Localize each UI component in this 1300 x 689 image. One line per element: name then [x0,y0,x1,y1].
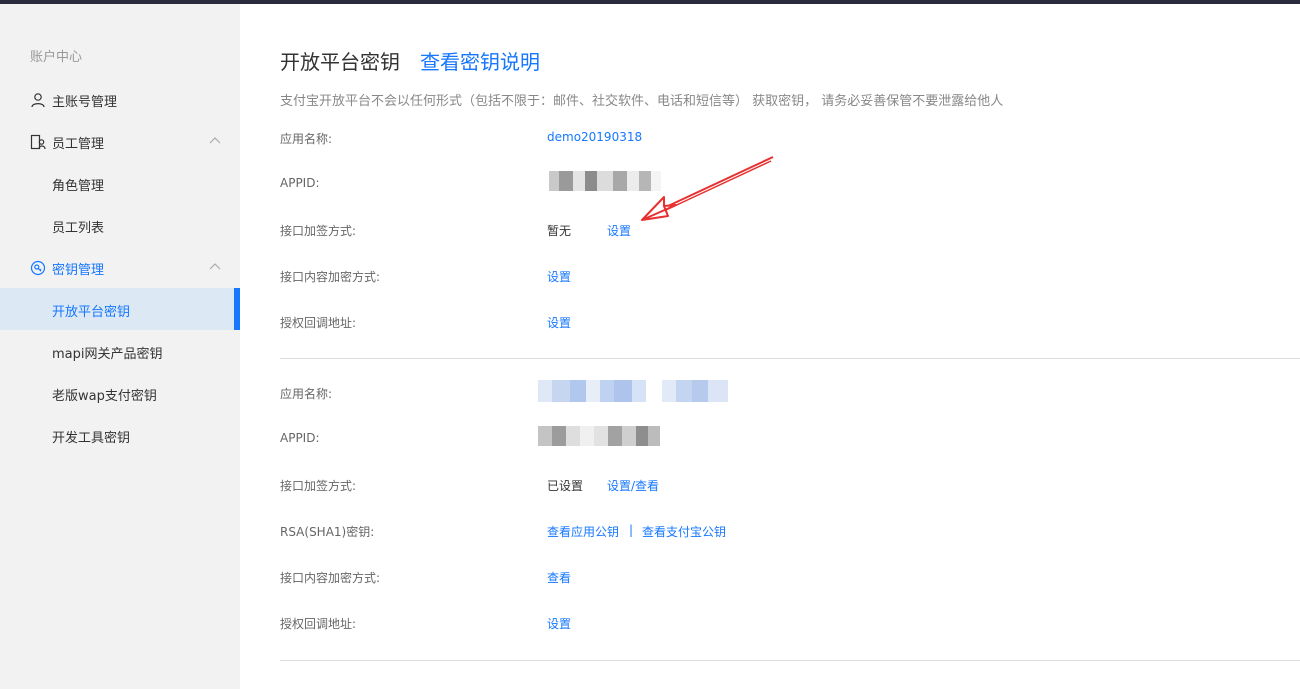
sidebar-item-label: 员工列表 [52,221,105,236]
app-name-value[interactable]: demo20190318 [547,130,642,144]
page-title: 开放平台密钥 [280,50,400,74]
link-separator: | [629,523,634,537]
view-alipay-public-key-link[interactable]: 查看支付宝公钥 [642,523,726,540]
encrypt-method-label: 接口内容加密方式: [280,270,381,284]
sidebar-item-devtool-keys[interactable]: 开发工具密钥 [0,414,240,456]
sidebar-item-label: 员工管理 [52,137,105,152]
sidebar-item-label: 老版wap支付密钥 [52,389,157,404]
callback-url-set-link[interactable]: 设置 [547,615,571,632]
sidebar: 账户中心 主账号管理 员工管理 角色管理 员工列表 密钥管理 开放平台密钥 ma… [0,4,240,689]
section-divider [280,358,1300,359]
key-icon [30,260,46,276]
view-key-docs-link[interactable]: 查看密钥说明 [420,46,540,75]
encrypt-method-set-link[interactable]: 设置 [547,268,571,285]
view-app-public-key-link[interactable]: 查看应用公钥 [547,523,619,540]
sidebar-item-label: 开放平台密钥 [52,305,131,320]
main-content: 开放平台密钥 查看密钥说明 支付宝开放平台不会以任何形式（包括不限于：邮件、社交… [240,4,1300,689]
sidebar-item-label: 主账号管理 [52,95,118,110]
sidebar-item-mapi-keys[interactable]: mapi网关产品密钥 [0,330,240,372]
chevron-up-icon [209,137,221,144]
appid-label: APPID: [280,431,320,445]
sidebar-item-staff-list[interactable]: 员工列表 [0,204,240,246]
sidebar-item-key-management[interactable]: 密钥管理 [0,246,240,288]
sign-method-set-link[interactable]: 设置 [607,222,631,239]
callback-url-label: 授权回调地址: [280,617,357,631]
security-notice: 支付宝开放平台不会以任何形式（包括不限于：邮件、社交软件、电话和短信等） 获取密… [280,94,1004,109]
sidebar-item-label: 开发工具密钥 [52,431,131,446]
sign-method-view-link[interactable]: 设置/查看 [607,477,659,494]
chevron-up-icon [209,263,221,270]
callback-url-label: 授权回调地址: [280,316,357,330]
callback-url-set-link[interactable]: 设置 [547,314,571,331]
app-name-label: 应用名称: [280,132,333,146]
rsa-key-label: RSA(SHA1)密钥: [280,525,375,539]
app-name-value-redacted [538,380,728,402]
sidebar-title: 账户中心 [30,50,83,65]
sign-method-status: 已设置 [547,479,584,493]
staff-icon [30,134,46,150]
sidebar-item-roles[interactable]: 角色管理 [0,162,240,204]
encrypt-method-view-link[interactable]: 查看 [547,569,571,586]
sidebar-item-label: 密钥管理 [52,263,105,278]
encrypt-method-label: 接口内容加密方式: [280,571,381,585]
sign-method-status: 暂无 [547,224,572,238]
sidebar-item-label: 角色管理 [52,179,105,194]
user-icon [31,93,45,108]
appid-value-redacted [538,426,660,446]
sign-method-label: 接口加签方式: [280,479,357,493]
section-divider [280,660,1300,661]
sign-method-label: 接口加签方式: [280,224,357,238]
sidebar-item-open-platform-keys[interactable]: 开放平台密钥 [0,288,240,330]
appid-value-redacted [537,171,661,191]
appid-label: APPID: [280,176,320,190]
sidebar-item-staff[interactable]: 员工管理 [0,120,240,162]
sidebar-item-legacy-wap-keys[interactable]: 老版wap支付密钥 [0,372,240,414]
sidebar-item-label: mapi网关产品密钥 [52,347,163,362]
sidebar-item-main-account[interactable]: 主账号管理 [0,78,240,120]
app-name-label: 应用名称: [280,387,333,401]
